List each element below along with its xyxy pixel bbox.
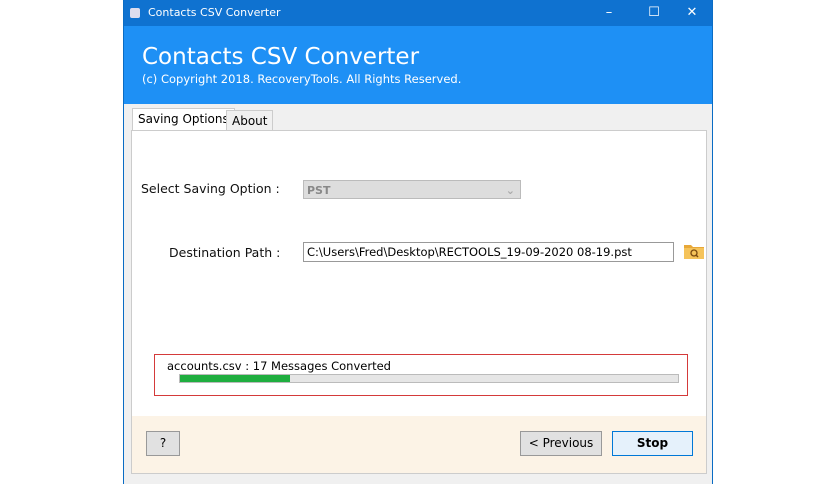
- footer-bar: ? < Previous Stop: [132, 416, 706, 473]
- progress-status: accounts.csv : 17 Messages Converted: [167, 359, 391, 373]
- app-header: Contacts CSV Converter (c) Copyright 201…: [124, 26, 712, 104]
- previous-button[interactable]: < Previous: [520, 431, 602, 456]
- app-icon: [130, 8, 140, 18]
- title-bar: Contacts CSV Converter – ☐ ✕: [124, 0, 712, 26]
- maximize-button[interactable]: ☐: [639, 3, 669, 23]
- folder-browse-icon[interactable]: [683, 242, 705, 260]
- conversion-progress-box: accounts.csv : 17 Messages Converted: [154, 354, 688, 396]
- tab-about[interactable]: About: [226, 110, 274, 131]
- app-window: Contacts CSV Converter – ☐ ✕ Contacts CS…: [123, 0, 713, 484]
- copyright-text: (c) Copyright 2018. RecoveryTools. All R…: [142, 72, 462, 86]
- app-title: Contacts CSV Converter: [142, 44, 420, 70]
- chevron-down-icon: ⌄: [505, 184, 515, 197]
- window-title: Contacts CSV Converter: [148, 6, 281, 19]
- close-button[interactable]: ✕: [677, 3, 707, 23]
- stop-button[interactable]: Stop: [612, 431, 693, 456]
- saving-option-value: PST: [307, 184, 331, 197]
- saving-options-panel: Select Saving Option : PST ⌄ Destination …: [131, 130, 707, 474]
- destination-label: Destination Path :: [169, 245, 281, 260]
- help-button[interactable]: ?: [146, 431, 180, 456]
- saving-option-select[interactable]: PST ⌄: [303, 180, 521, 199]
- progress-bar: [179, 374, 679, 383]
- progress-fill: [180, 375, 290, 382]
- tab-saving-options[interactable]: Saving Options: [132, 108, 235, 131]
- minimize-button[interactable]: –: [594, 3, 624, 23]
- destination-path-input[interactable]: C:\Users\Fred\Desktop\RECTOOLS_19-09-202…: [303, 242, 674, 262]
- saving-option-label: Select Saving Option :: [141, 181, 280, 196]
